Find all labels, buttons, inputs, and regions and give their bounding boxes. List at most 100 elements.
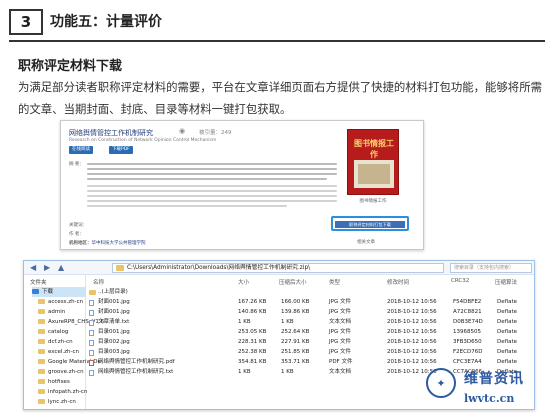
watermark-text-en: lwvtc.cn	[464, 392, 515, 405]
file-name: 目录002.jpg	[98, 339, 130, 345]
tree-item-label: lync.zh-cn	[48, 399, 76, 405]
organization-value[interactable]: 华中科技大学公共管理学院	[92, 241, 146, 246]
folder-icon	[89, 290, 96, 295]
table-row[interactable]: 封面001.jpg 140.86 KB 139.86 KB JPG 文件 201…	[87, 308, 534, 317]
read-online-button[interactable]: 在线阅读	[69, 146, 93, 154]
folder-icon	[116, 265, 124, 271]
table-row[interactable]: 文章清单.txt 1 KB 1 KB 文本文档 2018-10-12 10:56…	[87, 318, 534, 327]
abstract-label: 摘 要：	[69, 162, 84, 167]
column-header-size[interactable]: 大小	[238, 278, 249, 286]
file-method: Deflate	[497, 319, 517, 325]
file-size: 354.81 KB	[238, 359, 267, 365]
column-header-crc[interactable]: CRC32	[451, 278, 469, 284]
file-modified: 2018-10-12 10:56	[387, 329, 437, 335]
file-type: 文本文档	[329, 319, 352, 325]
download-pdf-button[interactable]: 下载PDF	[109, 146, 133, 154]
text-line	[87, 163, 337, 165]
file-name: 封面001.jpg	[98, 299, 130, 305]
journal-cover[interactable]: 图书情报工作	[347, 129, 399, 195]
file-name: 目录003.jpg	[98, 349, 130, 355]
tree-item[interactable]: access.zh-cn	[38, 297, 83, 307]
journal-cover-title: 图书情报工作	[354, 138, 394, 159]
organization-label: 机构地区：	[69, 241, 92, 246]
address-path: C:\Users\Administrator\Downloads\网络舆情管控工…	[127, 265, 311, 271]
tree-item[interactable]: infopath.zh-cn	[38, 387, 87, 397]
column-header-method[interactable]: 压缩算法	[495, 278, 517, 286]
image-file-icon	[89, 330, 94, 336]
author-label: 作 者：	[69, 232, 84, 237]
folder-icon	[38, 349, 45, 354]
tree-item[interactable]: groove.zh-cn	[38, 367, 84, 377]
tree-item[interactable]: hotfixes	[38, 377, 70, 387]
folder-tree: 文件夹 下载 access.zh-cn admin AxureRP8_CHS_V…	[24, 275, 104, 409]
file-packed-size: 227.91 KB	[281, 339, 310, 345]
text-line	[87, 168, 337, 170]
table-row[interactable]: 封面001.jpg 167.26 KB 166.00 KB JPG 文件 201…	[87, 298, 534, 307]
table-row[interactable]: 目录002.jpg 228.31 KB 227.91 KB JPG 文件 201…	[87, 338, 534, 347]
table-row-parent[interactable]: ..(上层目录)	[87, 288, 534, 297]
file-type: JPG 文件	[329, 299, 351, 305]
tree-item-label: dcf.zh-cn	[48, 339, 73, 345]
cover-image	[358, 164, 390, 184]
eye-icon: ◉	[179, 127, 186, 135]
text-line	[87, 195, 337, 197]
tree-item[interactable]: catalog	[38, 327, 68, 337]
text-line	[87, 190, 337, 192]
folder-icon	[38, 379, 45, 384]
column-header-name[interactable]: 名称	[93, 278, 104, 286]
file-packed-size: 353.71 KB	[281, 359, 310, 365]
file-crc: F54DBFE2	[453, 299, 482, 305]
cover-caption: 图书情报工作	[359, 199, 387, 204]
folder-icon	[38, 329, 45, 334]
tree-item[interactable]: excel.zh-cn	[38, 347, 79, 357]
description-paragraph: 为满足部分读者职称评定材料的需要，平台在文章详细页面右方提供了快捷的材料打包功能…	[18, 80, 542, 116]
file-method: Deflate	[497, 329, 517, 335]
column-header-modified[interactable]: 修改时间	[387, 278, 409, 286]
back-arrow-icon[interactable]: ◀	[30, 263, 36, 272]
tree-item-label: catalog	[48, 329, 69, 335]
file-name: 封面001.jpg	[98, 309, 130, 315]
text-line	[87, 185, 337, 187]
search-input[interactable]: 搜索目录（支持包内搜索）	[450, 263, 532, 273]
file-packed-size: 139.86 KB	[281, 309, 310, 315]
up-arrow-icon[interactable]: ▲	[58, 263, 64, 272]
tree-item-label: access.zh-cn	[48, 299, 84, 305]
tree-item[interactable]: lync.zh-cn	[38, 397, 76, 407]
file-type: 文本文档	[329, 369, 352, 375]
file-crc: A72C8821	[453, 309, 482, 315]
file-modified: 2018-10-12 10:56	[387, 349, 437, 355]
table-row[interactable]: 目录001.jpg 253.05 KB 252.64 KB JPG 文件 201…	[87, 328, 534, 337]
tree-item-label: infopath.zh-cn	[48, 389, 88, 395]
file-method: Deflate	[497, 299, 517, 305]
package-download-button[interactable]: 职称评定材料打包下载	[335, 221, 405, 228]
tree-item-label: admin	[48, 309, 66, 315]
file-method: Deflate	[497, 339, 517, 345]
organization-row: 机构地区：华中科技大学公共管理学院	[69, 240, 146, 246]
tree-item[interactable]: admin	[38, 307, 65, 317]
table-row[interactable]: 目录003.jpg 252.38 KB 251.85 KB JPG 文件 201…	[87, 348, 534, 357]
article-page-screenshot: 网络舆情管控工作机制研究 ◉ 被引量：249 Research on Const…	[60, 120, 424, 250]
abstract-block: 摘 要：	[69, 161, 339, 213]
file-modified: 2018-10-12 10:56	[387, 339, 437, 345]
file-size: 167.26 KB	[238, 299, 267, 305]
article-title[interactable]: 网络舆情管控工作机制研究	[69, 128, 153, 138]
text-line	[87, 173, 337, 175]
file-size: 140.86 KB	[238, 309, 267, 315]
file-name: ..(上层目录)	[98, 289, 128, 295]
file-packed-size: 166.00 KB	[281, 299, 310, 305]
forward-arrow-icon[interactable]: ▶	[44, 263, 50, 272]
column-header-packed[interactable]: 压缩后大小	[279, 278, 307, 286]
citation-count: 被引量：249	[199, 130, 232, 136]
tree-item[interactable]: dcf.zh-cn	[38, 337, 73, 347]
file-modified: 2018-10-12 10:56	[387, 309, 437, 315]
tree-item-downloads[interactable]: 下载	[32, 287, 86, 297]
column-header-type[interactable]: 类型	[329, 278, 340, 286]
image-file-icon	[89, 350, 94, 356]
watermark-text-cn: 维普资讯	[464, 371, 524, 387]
folder-icon	[38, 299, 45, 304]
file-packed-size: 1 KB	[281, 369, 294, 375]
image-file-icon	[89, 340, 94, 346]
file-type: PDF 文件	[329, 359, 353, 365]
address-bar[interactable]: C:\Users\Administrator\Downloads\网络舆情管控工…	[112, 263, 444, 273]
file-packed-size: 251.85 KB	[281, 349, 310, 355]
